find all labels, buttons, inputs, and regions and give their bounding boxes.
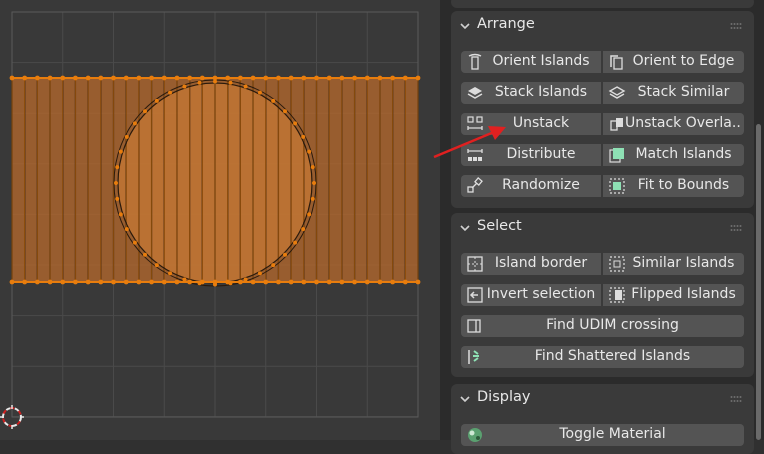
unstack-button[interactable]: Unstack	[461, 113, 601, 135]
select-panel: Select Island border Similar Islands Inver…	[451, 213, 754, 377]
button-label: Stack Similar	[637, 84, 730, 100]
button-label: Unstack Overla...	[625, 115, 742, 131]
sidebar-panel: Arrange Orient Islands Orient to Edge Stac…	[440, 0, 764, 454]
button-label: Find Shattered Islands	[534, 348, 691, 364]
material-icon	[468, 428, 482, 442]
stack-similar-button[interactable]: Stack Similar	[603, 82, 744, 104]
stack-islands-button[interactable]: Stack Islands	[461, 82, 601, 104]
previous-panel-footer	[451, 0, 754, 8]
button-label: Match Islands	[635, 146, 732, 162]
shattered-islands-icon	[468, 350, 479, 364]
button-label: Similar Islands	[632, 255, 735, 271]
select-panel-header[interactable]: Select	[451, 213, 754, 243]
unstack-icon	[467, 116, 483, 130]
uv-editor-viewport[interactable]	[0, 0, 440, 440]
fit-bounds-icon	[609, 178, 625, 194]
arrange-panel: Arrange Orient Islands Orient to Edge Stac…	[451, 11, 754, 208]
stack-similar-icon	[608, 86, 626, 99]
distribute-icon	[467, 149, 483, 161]
uv-mesh[interactable]	[9, 75, 421, 287]
chevron-down-icon	[460, 225, 470, 232]
orient-edge-icon	[610, 55, 623, 70]
orient-islands-button[interactable]: Orient Islands	[461, 51, 601, 73]
display-panel-header[interactable]: Display	[451, 384, 754, 414]
button-label: Randomize	[502, 177, 580, 193]
orient-islands-icon	[468, 53, 482, 70]
match-islands-button[interactable]: Match Islands	[603, 144, 744, 166]
find-udim-crossing-button[interactable]: Find UDIM crossing	[461, 315, 744, 337]
button-label: Fit to Bounds	[637, 177, 730, 193]
similar-islands-icon	[609, 256, 625, 272]
arrange-panel-title: Arrange	[477, 16, 535, 32]
button-label: Flipped Islands	[631, 286, 736, 302]
invert-selection-button[interactable]: Invert selection	[461, 284, 601, 306]
button-label: Distribute	[506, 146, 576, 162]
button-label: Stack Islands	[494, 84, 588, 100]
match-islands-icon	[609, 148, 624, 163]
uv-canvas[interactable]	[0, 0, 440, 440]
button-label: Find UDIM crossing	[546, 317, 679, 333]
unstack-overlapped-icon	[610, 118, 623, 131]
button-label: Orient to Edge	[632, 53, 735, 69]
button-label: Invert selection	[486, 286, 596, 302]
select-panel-title: Select	[477, 218, 522, 234]
orient-to-edge-button[interactable]: Orient to Edge	[603, 51, 744, 73]
udim-crossing-icon	[467, 319, 481, 333]
stack-islands-icon	[467, 87, 483, 99]
button-label: Unstack	[512, 115, 570, 131]
chevron-down-icon	[460, 396, 470, 403]
randomize-icon	[467, 177, 483, 193]
toggle-material-button[interactable]: Toggle Material	[461, 424, 744, 446]
flipped-islands-button[interactable]: Flipped Islands	[603, 284, 744, 306]
drag-grip-icon[interactable]	[730, 22, 742, 30]
display-panel: Display Toggle Material	[451, 384, 754, 454]
flipped-islands-icon	[609, 287, 625, 303]
island-border-button[interactable]: Island border	[461, 253, 601, 275]
panel-scrollbar[interactable]	[756, 124, 761, 440]
find-shattered-islands-button[interactable]: Find Shattered Islands	[461, 346, 744, 368]
display-panel-title: Display	[477, 389, 531, 405]
button-label: Orient Islands	[492, 53, 590, 69]
invert-selection-icon	[467, 287, 483, 303]
drag-grip-icon[interactable]	[730, 395, 742, 403]
drag-grip-icon[interactable]	[730, 224, 742, 232]
button-label: Island border	[494, 255, 588, 271]
chevron-down-icon	[460, 23, 470, 30]
unstack-overla-button[interactable]: Unstack Overla...	[603, 113, 744, 135]
island-border-icon	[467, 256, 483, 272]
arrange-panel-header[interactable]: Arrange	[451, 11, 754, 41]
similar-islands-button[interactable]: Similar Islands	[603, 253, 744, 275]
fit-to-bounds-button[interactable]: Fit to Bounds	[603, 175, 744, 197]
randomize-button[interactable]: Randomize	[461, 175, 601, 197]
distribute-button[interactable]: Distribute	[461, 144, 601, 166]
